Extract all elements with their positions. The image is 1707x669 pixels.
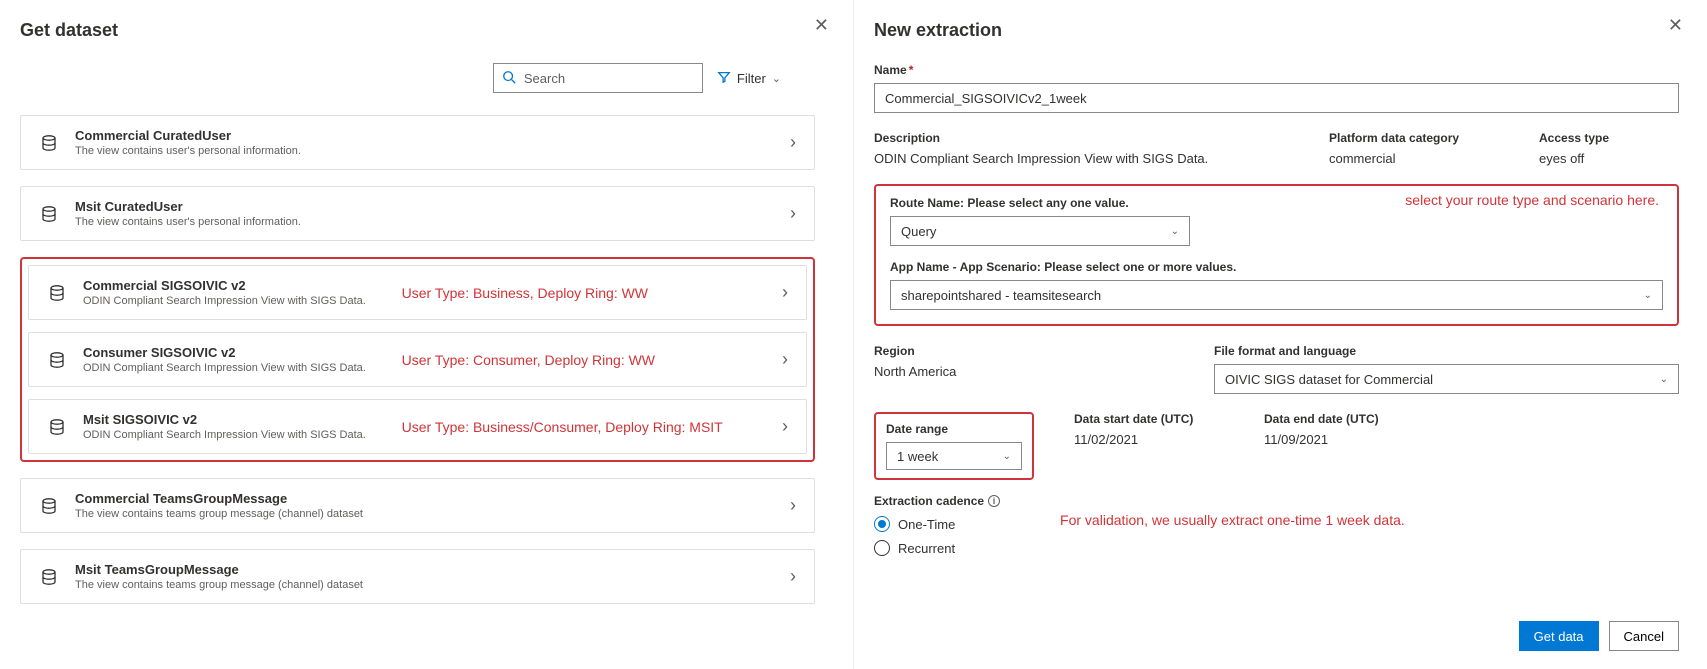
app-label: App Name - App Scenario: Please select o… [890, 260, 1663, 274]
date-range-highlight: Date range 1 week ⌄ [874, 412, 1034, 480]
filter-label: Filter [737, 71, 766, 86]
info-icon[interactable]: i [988, 495, 1000, 507]
annotation-text: For validation, we usually extract one-t… [1060, 494, 1405, 528]
close-icon[interactable]: ✕ [1668, 16, 1683, 34]
file-format-select[interactable]: OIVIC SIGS dataset for Commercial ⌄ [1214, 364, 1679, 394]
search-icon [502, 70, 516, 87]
database-icon [39, 567, 59, 587]
access-label: Access type [1539, 131, 1679, 145]
data-start-label: Data start date (UTC) [1074, 412, 1224, 426]
database-icon [47, 283, 67, 303]
chevron-down-icon: ⌄ [772, 72, 781, 85]
file-format-value: OIVIC SIGS dataset for Commercial [1225, 372, 1433, 387]
annotation-text: User Type: Consumer, Deploy Ring: WW [392, 352, 772, 368]
dataset-item[interactable]: Msit SIGSOIVIC v2 ODIN Compliant Search … [28, 399, 807, 454]
data-start-value: 11/02/2021 [1074, 432, 1224, 447]
dataset-desc: ODIN Compliant Search Impression View wi… [83, 362, 392, 374]
dataset-item[interactable]: Commercial TeamsGroupMessage The view co… [20, 478, 815, 533]
filter-button[interactable]: Filter ⌄ [713, 63, 785, 93]
dataset-desc: The view contains user's personal inform… [75, 145, 780, 157]
cadence-recurrent[interactable]: Recurrent [874, 540, 1000, 556]
database-icon [39, 496, 59, 516]
dataset-title: Consumer SIGSOIVIC v2 [83, 345, 392, 360]
database-icon [47, 417, 67, 437]
chevron-right-icon: › [782, 282, 788, 303]
dataset-title: Commercial SIGSOIVIC v2 [83, 278, 392, 293]
filter-icon [717, 70, 731, 87]
file-format-label: File format and language [1214, 344, 1679, 358]
route-select[interactable]: Query ⌄ [890, 216, 1190, 246]
access-value: eyes off [1539, 151, 1679, 166]
dataset-title: Commercial CuratedUser [75, 128, 780, 143]
dataset-title: Msit SIGSOIVIC v2 [83, 412, 392, 427]
cancel-button[interactable]: Cancel [1609, 621, 1679, 651]
date-range-label: Date range [886, 422, 1022, 436]
database-icon [39, 133, 59, 153]
dataset-item[interactable]: Commercial SIGSOIVIC v2 ODIN Compliant S… [28, 265, 807, 320]
app-scenario-select[interactable]: sharepointshared - teamsitesearch ⌄ [890, 280, 1663, 310]
dataset-item[interactable]: Consumer SIGSOIVIC v2 ODIN Compliant Sea… [28, 332, 807, 387]
new-extraction-panel: ✕ New extraction Name* Description ODIN … [854, 0, 1707, 669]
dataset-desc: The view contains teams group message (c… [75, 508, 780, 520]
chevron-right-icon: › [790, 566, 796, 587]
description-value: ODIN Compliant Search Impression View wi… [874, 151, 1289, 166]
search-input-wrapper[interactable] [493, 63, 703, 93]
region-value: North America [874, 364, 1174, 379]
platform-label: Platform data category [1329, 131, 1499, 145]
annotation-text: User Type: Business, Deploy Ring: WW [392, 285, 772, 301]
region-label: Region [874, 344, 1174, 358]
dataset-title: Msit CuratedUser [75, 199, 780, 214]
panel-title: Get dataset [20, 20, 825, 41]
chevron-right-icon: › [790, 132, 796, 153]
dataset-title: Commercial TeamsGroupMessage [75, 491, 780, 506]
annotation-text: User Type: Business/Consumer, Deploy Rin… [392, 419, 772, 435]
cadence-group: Extraction cadence i One-Time Recurrent [874, 494, 1000, 556]
chevron-right-icon: › [782, 416, 788, 437]
route-scenario-highlight: select your route type and scenario here… [874, 184, 1679, 326]
dataset-desc: The view contains teams group message (c… [75, 579, 780, 591]
database-icon [39, 204, 59, 224]
search-input[interactable] [522, 70, 702, 87]
radio-unchecked-icon [874, 540, 890, 556]
data-end-value: 11/09/2021 [1264, 432, 1414, 447]
dataset-desc: ODIN Compliant Search Impression View wi… [83, 295, 392, 307]
dataset-desc: The view contains user's personal inform… [75, 216, 780, 228]
dataset-item[interactable]: Commercial CuratedUser The view contains… [20, 115, 815, 170]
chevron-right-icon: › [790, 495, 796, 516]
dataset-item[interactable]: Msit TeamsGroupMessage The view contains… [20, 549, 815, 604]
radio-checked-icon [874, 516, 890, 532]
name-label: Name* [874, 63, 1679, 77]
platform-value: commercial [1329, 151, 1499, 166]
get-dataset-panel: ✕ Get dataset Filter ⌄ Commercial [0, 0, 854, 669]
app-value: sharepointshared - teamsitesearch [901, 288, 1101, 303]
dataset-list: Commercial CuratedUser The view contains… [20, 115, 825, 604]
chevron-right-icon: › [790, 203, 796, 224]
close-icon[interactable]: ✕ [814, 16, 829, 34]
get-data-button[interactable]: Get data [1519, 621, 1599, 651]
annotation-text: select your route type and scenario here… [1405, 192, 1659, 208]
route-value: Query [901, 224, 936, 239]
dataset-title: Msit TeamsGroupMessage [75, 562, 780, 577]
chevron-down-icon: ⌄ [1644, 290, 1652, 301]
data-end-label: Data end date (UTC) [1264, 412, 1414, 426]
cadence-one-time[interactable]: One-Time [874, 516, 1000, 532]
highlighted-datasets: Commercial SIGSOIVIC v2 ODIN Compliant S… [20, 257, 815, 462]
dataset-item[interactable]: Msit CuratedUser The view contains user'… [20, 186, 815, 241]
description-label: Description [874, 131, 1289, 145]
name-input[interactable] [874, 83, 1679, 113]
database-icon [47, 350, 67, 370]
dataset-desc: ODIN Compliant Search Impression View wi… [83, 429, 392, 441]
cadence-label: Extraction cadence [874, 494, 984, 508]
chevron-right-icon: › [782, 349, 788, 370]
date-range-select[interactable]: 1 week ⌄ [886, 442, 1022, 470]
chevron-down-icon: ⌄ [1171, 226, 1179, 237]
chevron-down-icon: ⌄ [1003, 451, 1011, 462]
date-range-value: 1 week [897, 449, 938, 464]
panel-title: New extraction [874, 20, 1679, 41]
chevron-down-icon: ⌄ [1660, 374, 1668, 385]
